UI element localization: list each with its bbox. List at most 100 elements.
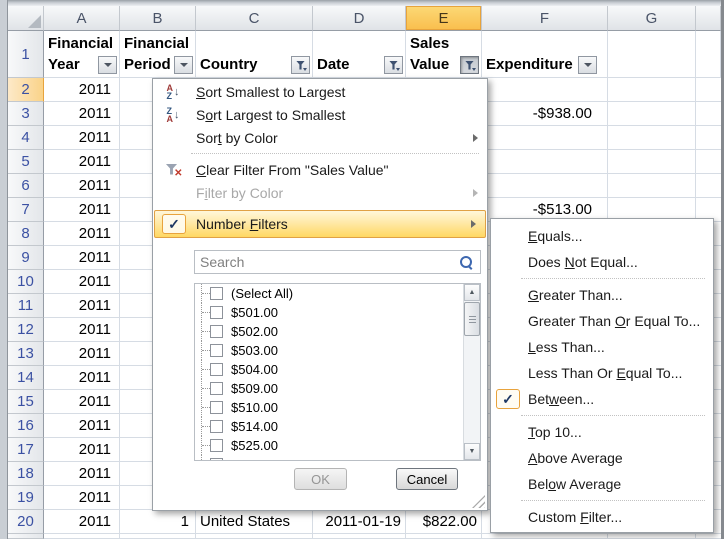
- row-header[interactable]: 20: [8, 510, 44, 534]
- cell-empty[interactable]: [696, 78, 721, 102]
- row-header[interactable]: 12: [8, 318, 44, 342]
- checkbox-unchecked[interactable]: [210, 344, 223, 357]
- cell-expenditure[interactable]: -$938.00: [482, 102, 608, 126]
- cell-financial-year[interactable]: 2011: [44, 150, 120, 174]
- checkbox-unchecked[interactable]: [210, 363, 223, 376]
- column-header-b[interactable]: B: [120, 6, 196, 31]
- row-header[interactable]: 6: [8, 174, 44, 198]
- submenu-item-below-average[interactable]: Below Average: [491, 471, 713, 497]
- cell-financial-year[interactable]: 2011: [44, 174, 120, 198]
- row-header[interactable]: 16: [8, 414, 44, 438]
- checkbox-unchecked[interactable]: [210, 401, 223, 414]
- row-header[interactable]: 7: [8, 198, 44, 222]
- cancel-button[interactable]: Cancel: [396, 468, 458, 490]
- filter-active-button-sales-value-pressed[interactable]: [460, 56, 479, 74]
- checkbox-unchecked[interactable]: [210, 420, 223, 433]
- scroll-up-button[interactable]: ▲: [464, 284, 480, 301]
- cell-empty[interactable]: [608, 126, 696, 150]
- column-header-e-selected[interactable]: E: [406, 6, 482, 31]
- row-header[interactable]: 4: [8, 126, 44, 150]
- scrollbar-thumb[interactable]: [464, 302, 480, 336]
- search-input[interactable]: [195, 254, 459, 270]
- cell-financial-year[interactable]: 2011: [44, 486, 120, 510]
- search-icon[interactable]: [459, 255, 474, 270]
- cell-financial-year[interactable]: 2011: [44, 222, 120, 246]
- cell-empty[interactable]: [608, 174, 696, 198]
- cell-financial-year[interactable]: 2011: [44, 510, 120, 534]
- cell-financial-year[interactable]: 2011: [44, 342, 120, 366]
- row-header[interactable]: 9: [8, 246, 44, 270]
- column-header-g[interactable]: G: [608, 6, 696, 31]
- list-item[interactable]: $502.00: [195, 322, 480, 341]
- row-header[interactable]: 2: [8, 78, 44, 102]
- checkbox-unchecked[interactable]: [210, 439, 223, 452]
- cell-expenditure[interactable]: [482, 150, 608, 174]
- checkbox-unchecked[interactable]: [210, 325, 223, 338]
- cell-financial-year[interactable]: 2011: [44, 462, 120, 486]
- cell-financial-year[interactable]: 2011: [44, 126, 120, 150]
- header-cell-empty-partial[interactable]: [696, 31, 721, 78]
- submenu-item-greater-than-or-equal[interactable]: Greater Than Or Equal To...: [491, 308, 713, 334]
- cell-expenditure[interactable]: [482, 78, 608, 102]
- menu-item-number-filters[interactable]: ✓ Number Filters: [154, 210, 486, 238]
- cell-empty[interactable]: [696, 102, 721, 126]
- column-header-f[interactable]: F: [482, 6, 608, 31]
- filter-dropdown-button-financial-period[interactable]: [174, 56, 193, 74]
- row-header[interactable]: 11: [8, 294, 44, 318]
- submenu-item-less-than-or-equal[interactable]: Less Than Or Equal To...: [491, 360, 713, 386]
- row-header[interactable]: 19: [8, 486, 44, 510]
- list-item[interactable]: $525.00: [195, 436, 480, 455]
- row-header[interactable]: 14: [8, 366, 44, 390]
- checkbox-unchecked[interactable]: [210, 306, 223, 319]
- column-header-partial[interactable]: [696, 6, 721, 31]
- cell-financial-year[interactable]: 2011: [44, 102, 120, 126]
- submenu-item-does-not-equal[interactable]: Does Not Equal...: [491, 249, 713, 275]
- cell-empty[interactable]: [608, 150, 696, 174]
- cell-expenditure[interactable]: [482, 174, 608, 198]
- row-header[interactable]: 17: [8, 438, 44, 462]
- cell-date[interactable]: 2011-01-19: [313, 510, 406, 534]
- cell-empty[interactable]: [696, 126, 721, 150]
- cell-empty[interactable]: [608, 78, 696, 102]
- cell-financial-year[interactable]: 2011: [44, 318, 120, 342]
- list-item[interactable]: $509.00: [195, 379, 480, 398]
- cell-empty[interactable]: [696, 150, 721, 174]
- cell-sales-value[interactable]: $822.00: [406, 510, 482, 534]
- cell-empty[interactable]: [608, 102, 696, 126]
- row-header[interactable]: 15: [8, 390, 44, 414]
- cell-financial-year[interactable]: 2011: [44, 198, 120, 222]
- submenu-item-custom-filter[interactable]: Custom Filter...: [491, 504, 713, 530]
- list-item[interactable]: $501.00: [195, 303, 480, 322]
- menu-item-sort-smallest-to-largest[interactable]: AZ ↓ Sort Smallest to Largest: [153, 80, 487, 103]
- filter-active-button-country[interactable]: [291, 56, 310, 74]
- cell-empty[interactable]: [696, 174, 721, 198]
- submenu-item-above-average[interactable]: Above Average: [491, 445, 713, 471]
- select-all-corner[interactable]: [8, 6, 44, 31]
- filter-dropdown-button-financial-year[interactable]: [98, 56, 117, 74]
- cell-financial-year[interactable]: 2011: [44, 414, 120, 438]
- row-header[interactable]: 13: [8, 342, 44, 366]
- row-header[interactable]: 3: [8, 102, 44, 126]
- cell-expenditure[interactable]: [482, 126, 608, 150]
- scroll-down-button[interactable]: ▼: [464, 443, 480, 460]
- cell-financial-year[interactable]: 2011: [44, 78, 120, 102]
- list-item[interactable]: $514.00: [195, 417, 480, 436]
- header-cell-empty-g[interactable]: [608, 31, 696, 78]
- menu-item-sort-largest-to-smallest[interactable]: ZA ↓ Sort Largest to Smallest: [153, 103, 487, 126]
- list-item[interactable]: (Select All): [195, 284, 480, 303]
- submenu-item-equals[interactable]: Equals...: [491, 223, 713, 249]
- row-header[interactable]: 10: [8, 270, 44, 294]
- list-item[interactable]: $503.00: [195, 341, 480, 360]
- cell-financial-year[interactable]: 2011: [44, 366, 120, 390]
- list-item[interactable]: $504.00: [195, 360, 480, 379]
- row-header[interactable]: 18: [8, 462, 44, 486]
- list-scrollbar[interactable]: ▲ ▼: [463, 284, 480, 460]
- row-header[interactable]: 8: [8, 222, 44, 246]
- submenu-item-top-10[interactable]: Top 10...: [491, 419, 713, 445]
- row-header-1[interactable]: 1: [8, 31, 44, 78]
- cell-financial-period[interactable]: 1: [120, 510, 196, 534]
- cell-financial-year[interactable]: 2011: [44, 294, 120, 318]
- cell-financial-year[interactable]: 2011: [44, 246, 120, 270]
- column-header-a[interactable]: A: [44, 6, 120, 31]
- checkbox-unchecked[interactable]: [210, 287, 223, 300]
